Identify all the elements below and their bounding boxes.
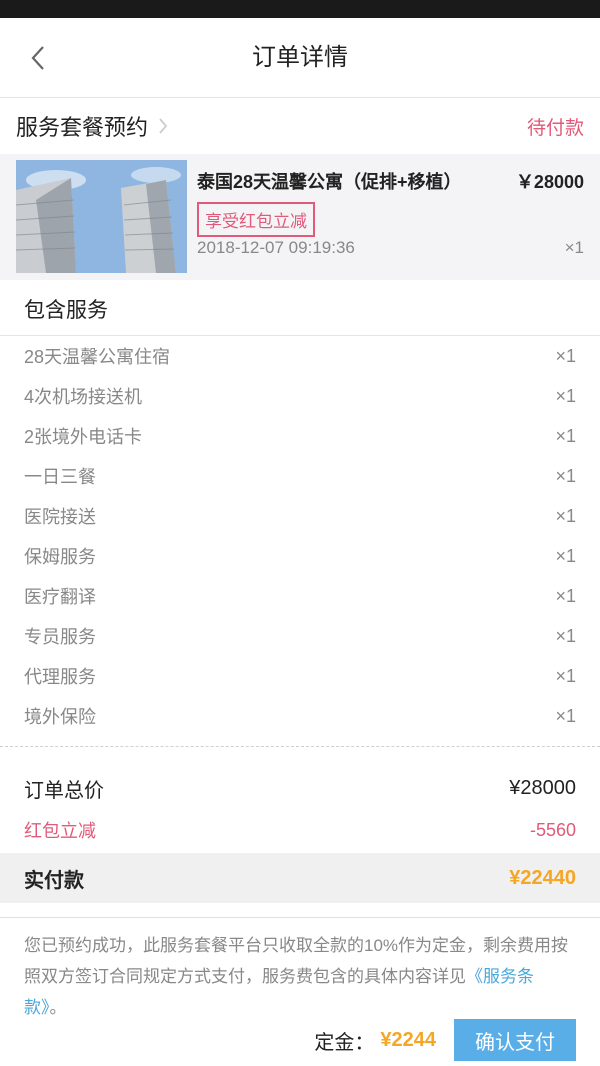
discount-badge: 享受红包立减 <box>197 202 315 237</box>
paid-value: ¥22440 <box>509 866 576 889</box>
service-row: 28天温馨公寓住宿 ×1 <box>24 336 576 376</box>
service-name: 专员服务 <box>24 627 96 647</box>
notice-text: 您已预约成功，此服务套餐平台只收取全款的10%作为定金，剩余费用按照双方签订合同… <box>0 917 600 1023</box>
service-name: 代理服务 <box>24 667 96 687</box>
service-quantity: ×1 <box>555 545 576 566</box>
discount-label: 红包立减 <box>24 821 96 841</box>
paid-row: 实付款 ¥22440 <box>0 853 600 903</box>
order-total-row: 订单总价 ¥28000 <box>0 767 600 809</box>
deposit-label: 定金： <box>314 1031 375 1054</box>
package-header[interactable]: 服务套餐预约 待付款 <box>0 98 600 154</box>
status-bar <box>0 0 600 18</box>
confirm-payment-button[interactable]: 确认支付 <box>454 1019 576 1061</box>
order-status-badge: 待付款 <box>526 117 584 139</box>
payment-footer: 定金： ¥2244 确认支付 <box>0 1018 600 1062</box>
page-title: 订单详情 <box>252 44 348 71</box>
service-name: 4次机场接送机 <box>24 387 143 407</box>
service-name: 医疗翻译 <box>24 587 96 607</box>
services-list: 28天温馨公寓住宿 ×1 4次机场接送机 ×1 2张境外电话卡 ×1 一日三餐 ×1 医院接送 ×… <box>0 336 600 736</box>
package-title-group: 服务套餐预约 <box>16 110 168 142</box>
service-quantity: ×1 <box>555 425 576 446</box>
service-name: 2张境外电话卡 <box>24 427 143 447</box>
service-quantity: ×1 <box>555 585 576 606</box>
notice-tail: 。 <box>49 998 67 1017</box>
product-image <box>16 160 187 273</box>
deposit-value: ¥2244 <box>380 1028 436 1051</box>
service-row: 医疗翻译 ×1 <box>24 576 576 616</box>
service-quantity: ×1 <box>555 505 576 526</box>
discount-value: -5560 <box>529 819 576 840</box>
order-total-label: 订单总价 <box>24 779 104 802</box>
package-title: 服务套餐预约 <box>16 115 149 140</box>
service-quantity: ×1 <box>555 465 576 486</box>
service-name: 28天温馨公寓住宿 <box>24 347 171 367</box>
service-quantity: ×1 <box>555 665 576 686</box>
service-name: 医院接送 <box>24 507 96 527</box>
service-row: 境外保险 ×1 <box>24 696 576 736</box>
service-row: 保姆服务 ×1 <box>24 536 576 576</box>
service-row: 4次机场接送机 ×1 <box>24 376 576 416</box>
divider <box>0 746 600 747</box>
product-quantity: ×1 <box>564 238 584 257</box>
discount-row: 红包立减 -5560 <box>0 809 600 851</box>
product-price: ￥28000 <box>515 172 584 192</box>
chevron-left-icon <box>31 46 44 70</box>
nav-bar: 订单详情 <box>0 18 600 98</box>
services-title: 包含服务 <box>0 280 600 336</box>
product-card[interactable]: 泰国28天温馨公寓（促排+移植） ￥28000 享受红包立减 2018-12-0… <box>0 154 600 280</box>
service-name: 保姆服务 <box>24 547 96 567</box>
paid-label: 实付款 <box>24 869 84 892</box>
order-total-value: ¥28000 <box>509 776 576 799</box>
service-quantity: ×1 <box>555 345 576 366</box>
service-row: 医院接送 ×1 <box>24 496 576 536</box>
service-name: 一日三餐 <box>24 467 96 487</box>
back-button[interactable] <box>18 38 58 78</box>
service-quantity: ×1 <box>555 705 576 726</box>
service-quantity: ×1 <box>555 385 576 406</box>
chevron-right-icon <box>159 118 168 134</box>
order-time: 2018-12-07 09:19:36 <box>197 238 355 257</box>
service-quantity: ×1 <box>555 625 576 646</box>
service-row: 2张境外电话卡 ×1 <box>24 416 576 456</box>
service-name: 境外保险 <box>24 707 96 727</box>
product-info: 泰国28天温馨公寓（促排+移植） ￥28000 享受红包立减 2018-12-0… <box>187 160 584 280</box>
service-row: 代理服务 ×1 <box>24 656 576 696</box>
service-row: 一日三餐 ×1 <box>24 456 576 496</box>
service-row: 专员服务 ×1 <box>24 616 576 656</box>
